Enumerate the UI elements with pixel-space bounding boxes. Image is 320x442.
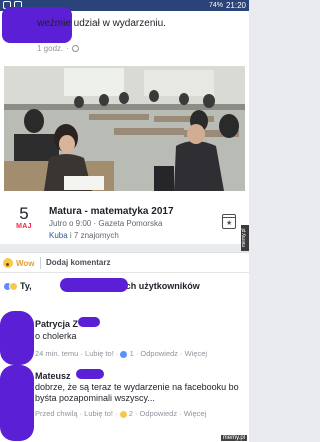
separator: · (66, 44, 69, 53)
reactions-text-start: Ty, (20, 281, 35, 291)
status-right: 74% 21:20 (209, 1, 246, 10)
friend-link[interactable]: Kuba (49, 231, 68, 240)
event-info[interactable]: 5 MAJ Matura - matematyka 2017 Jutro o 9… (0, 197, 249, 244)
redacted-avatar (0, 365, 34, 441)
comment-item: Mateusz dobrze, że są teraz te wydarzeni… (0, 369, 249, 429)
event-time-place: Jutro o 9:00 · Gazeta Pomorska (49, 219, 163, 228)
event-date: 5 MAJ (13, 204, 35, 231)
wow-icon (3, 258, 13, 268)
comment-meta-text: 24 min. temu · Lubię to! · (35, 349, 121, 358)
clock: 21:20 (225, 1, 246, 10)
comment-text: dobrze, że są teraz te wydarzenie na fac… (35, 382, 239, 403)
like-icon (120, 350, 128, 358)
post-age[interactable]: 1 godz. (37, 44, 63, 53)
comment-meta-text: Przed chwilą · Lubię to! · (35, 409, 120, 418)
add-comment-button[interactable]: Dodaj komentarz (46, 258, 110, 267)
post-meta: 1 godz. · (37, 44, 79, 53)
event-title[interactable]: Matura - matematyka 2017 (49, 206, 174, 217)
comment-meta-end: · Odpowiedz · Więcej (133, 349, 208, 358)
event-cover-photo[interactable] (4, 66, 245, 191)
redacted-surname (78, 317, 100, 327)
divider (40, 257, 41, 269)
post-action-bar: Wow Dodaj komentarz (0, 252, 249, 272)
redacted-reactor-name (60, 278, 128, 292)
wow-icon (119, 410, 127, 418)
comment-author[interactable]: Patrycja Z (35, 319, 78, 329)
wow-label: Wow (16, 258, 35, 268)
comments-section: Ty, ka i 2 innych użytkowników Patrycja … (0, 272, 249, 442)
comment-meta-end: · Odpowiedz · Więcej (132, 409, 207, 418)
event-month: MAJ (16, 223, 32, 230)
comment-text: o cholerka (35, 331, 77, 341)
calendar-star-icon[interactable]: ★ (222, 214, 236, 229)
event-friends-going: Kuba i 7 znajomych (49, 231, 119, 240)
exam-room-photo (4, 66, 245, 191)
event-share-post: weźmie udział w wydarzeniu. 1 godz. · 5 … (0, 7, 249, 244)
comment-meta: Przed chwilą · Lubię to! · 2 · Odpowiedz… (35, 409, 206, 418)
comment-meta: 24 min. temu · Lubię to! · 1 · Odpowiedz… (35, 349, 207, 358)
side-watermark: memy.pl (241, 225, 249, 251)
globe-icon (71, 45, 79, 52)
comment-author[interactable]: Mateusz (35, 371, 71, 381)
redacted-avatar (0, 311, 34, 365)
wow-icon (9, 282, 18, 292)
comment-item: Patrycja Z o cholerka 24 min. temu · Lub… (0, 317, 249, 365)
wow-reaction-button[interactable]: Wow (3, 258, 35, 268)
share-text: weźmie udział w wydarzeniu. (37, 18, 166, 29)
reaction-icons (3, 282, 18, 292)
redacted-surname (76, 369, 104, 379)
friends-rest: i 7 znajomych (67, 231, 119, 240)
bottom-watermark: memy.pl (220, 435, 247, 441)
event-day: 5 (19, 204, 29, 223)
battery-level: 74% (208, 2, 223, 9)
